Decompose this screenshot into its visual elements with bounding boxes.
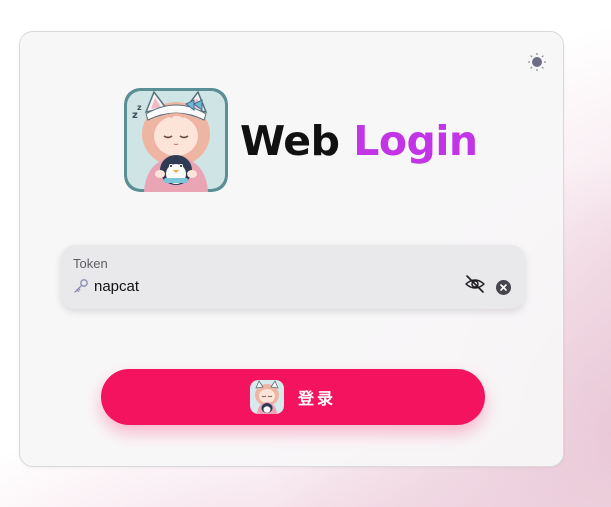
clear-input-button[interactable] — [496, 280, 511, 295]
token-field[interactable]: Token — [61, 245, 525, 309]
visibility-toggle-button[interactable] — [464, 273, 486, 295]
theme-toggle-button[interactable] — [525, 50, 549, 74]
token-input[interactable] — [94, 275, 454, 297]
title-login: Login — [353, 117, 478, 165]
login-button[interactable]: 登录 — [101, 369, 485, 425]
svg-text:z: z — [137, 103, 142, 112]
key-icon — [74, 279, 88, 293]
title-web: Web — [240, 117, 340, 165]
page-title: Web Login — [240, 115, 478, 165]
eye-off-icon — [465, 275, 485, 293]
napcat-mascot-logo: z z — [124, 88, 228, 192]
login-button-label: 登录 — [297, 389, 336, 408]
token-label: Token — [73, 256, 108, 271]
page-header: z z Web Login — [124, 88, 478, 192]
sun-icon — [527, 52, 547, 72]
clear-icon — [500, 284, 507, 291]
napcat-avatar-icon — [249, 380, 284, 414]
login-card: z z Web Login Token napcat 登录 — [19, 31, 564, 467]
